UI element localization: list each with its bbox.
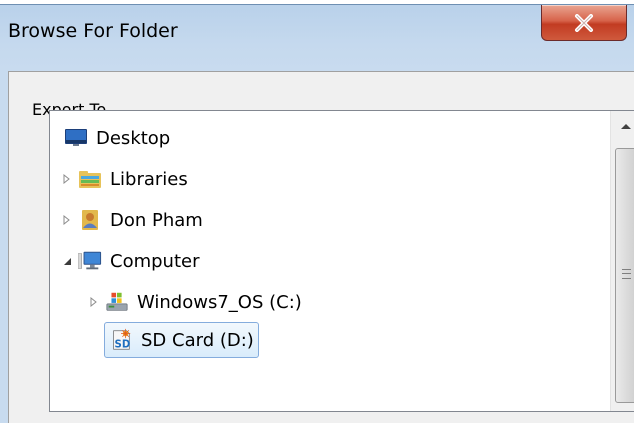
chevron-up-icon	[621, 124, 631, 129]
desktop-icon	[64, 126, 88, 150]
vertical-scrollbar[interactable]	[610, 111, 634, 411]
tree-item-sd-card-d[interactable]: SD SD Card (D:)	[104, 322, 259, 358]
tree-item-windows7-os-c[interactable]: Windows7_OS (C:)	[87, 284, 302, 320]
tree-item-label: Desktop	[96, 127, 171, 149]
scrollbar-thumb[interactable]	[615, 148, 634, 403]
browse-for-folder-window: Browse For Folder Export To	[0, 4, 634, 423]
scroll-up-button[interactable]	[611, 111, 634, 141]
expand-arrow-icon[interactable]	[87, 295, 101, 309]
browse-for-folder-dialog-stage: Browse For Folder Export To	[0, 0, 634, 423]
collapse-arrow-icon[interactable]	[60, 254, 74, 268]
tree-item-libraries[interactable]: Libraries	[60, 161, 188, 197]
tree-item-label: Libraries	[110, 168, 188, 190]
tree-item-label: Computer	[110, 250, 200, 272]
hard-drive-icon	[105, 290, 129, 314]
dialog-title: Browse For Folder	[8, 20, 178, 42]
svg-text:SD: SD	[115, 339, 131, 350]
tree-item-label: SD Card (D:)	[141, 329, 254, 351]
tree-item-label: Windows7_OS (C:)	[137, 291, 302, 313]
tree-item-computer[interactable]: Computer	[60, 243, 199, 279]
close-icon	[575, 13, 593, 32]
folder-tree[interactable]: Desktop Libraries Don Pham Computer Wind…	[49, 110, 634, 412]
tree-item-label: Don Pham	[110, 209, 203, 231]
user-folder-icon	[78, 208, 102, 232]
tree-item-desktop[interactable]: Desktop	[64, 120, 170, 156]
libraries-icon	[78, 167, 102, 191]
computer-icon	[78, 249, 102, 273]
expand-arrow-icon[interactable]	[60, 172, 74, 186]
close-button[interactable]	[541, 5, 627, 41]
expand-arrow-icon[interactable]	[60, 213, 74, 227]
scroll-grip-icon	[622, 269, 631, 279]
tree-item-don-pham[interactable]: Don Pham	[60, 202, 203, 238]
sd-card-icon: SD	[109, 328, 133, 352]
